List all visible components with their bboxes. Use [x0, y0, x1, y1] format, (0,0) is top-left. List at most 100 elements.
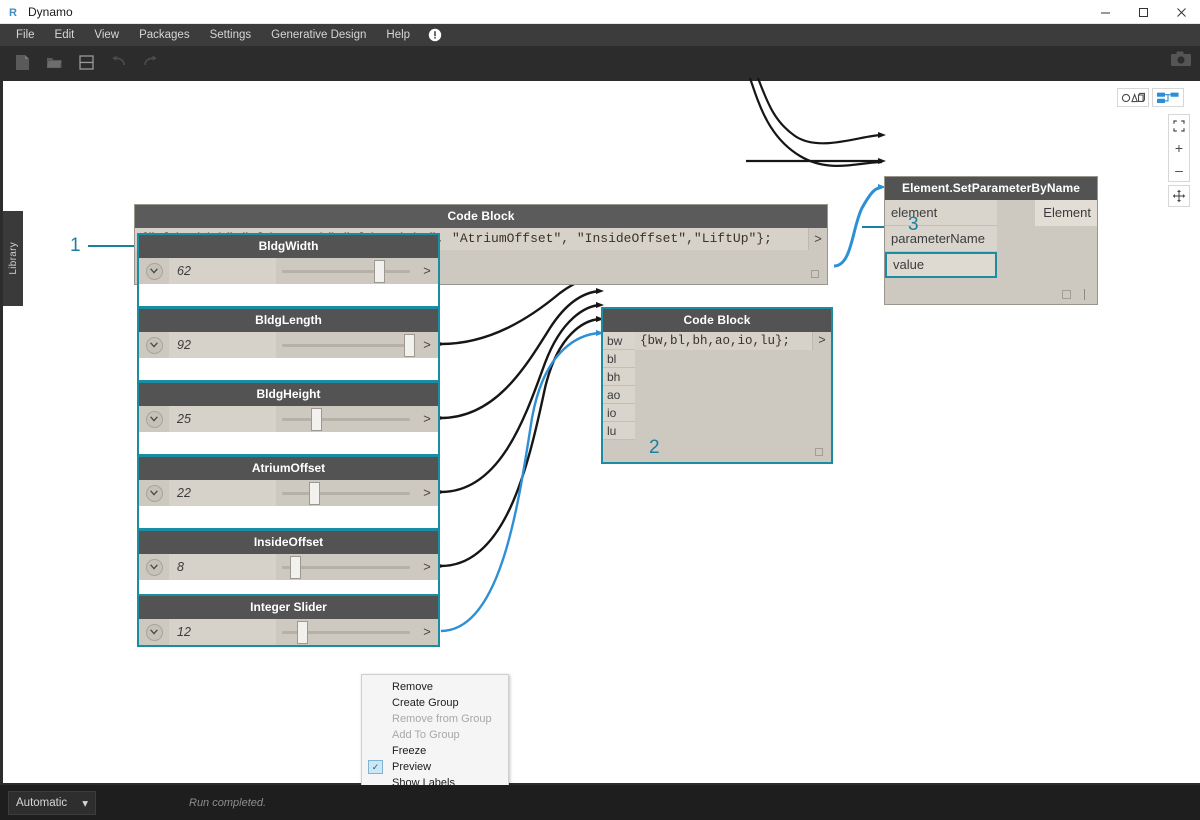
- code-block-mid-resize-handle[interactable]: [815, 448, 823, 456]
- setparam-gap-3: [997, 252, 1097, 278]
- port-bw[interactable]: bw: [603, 332, 635, 350]
- setparam-resize-handle[interactable]: [1062, 290, 1071, 299]
- save-icon[interactable]: [72, 49, 100, 75]
- setparam-input-element[interactable]: element: [885, 200, 997, 226]
- slider-thumb-bldglength[interactable]: [404, 334, 415, 357]
- slider-expand-button-bldgheight[interactable]: [139, 406, 169, 432]
- menu-item-edit[interactable]: Edit: [45, 26, 85, 44]
- slider-track-bldgwidth[interactable]: [276, 258, 416, 284]
- context-menu-item-create-group[interactable]: Create Group: [362, 695, 508, 711]
- slider-track-insideoffset[interactable]: [276, 554, 416, 580]
- status-bar: Automatic ▾ Run completed.: [0, 785, 1200, 820]
- setparam-output-element[interactable]: Element: [1035, 200, 1097, 226]
- slider-expand-button-insideoffset[interactable]: [139, 554, 169, 580]
- slider-title-bldglength: BldgLength: [139, 309, 438, 332]
- code-block-mid-code[interactable]: {bw,bl,bh,ao,io,lu};: [635, 332, 813, 350]
- setparam-input-parametername[interactable]: parameterName: [885, 226, 997, 252]
- new-file-icon[interactable]: [8, 49, 36, 75]
- zoom-out-button[interactable]: –: [1169, 159, 1189, 181]
- node-slider-bldglength[interactable]: BldgLength 92 >: [137, 307, 440, 382]
- slider-thumb-atriumoffset[interactable]: [309, 482, 320, 505]
- slider-output-port-bldgwidth[interactable]: >: [416, 258, 438, 284]
- setparam-input-value[interactable]: value: [885, 252, 997, 278]
- code-block-mid-code-row[interactable]: {bw,bl,bh,ao,io,lu}; >: [635, 332, 831, 350]
- pan-icon[interactable]: [1168, 185, 1190, 207]
- slider-thumb-insideoffset[interactable]: [290, 556, 301, 579]
- menu-item-generative-design[interactable]: Generative Design: [261, 26, 376, 44]
- node-slider-integer-slider[interactable]: Integer Slider 12 >: [137, 594, 440, 647]
- slider-thumb-bldgheight[interactable]: [311, 408, 322, 431]
- slider-value-integer-slider[interactable]: 12: [169, 619, 276, 645]
- slider-value-bldglength[interactable]: 92: [169, 332, 276, 358]
- slider-value-insideoffset[interactable]: 8: [169, 554, 276, 580]
- slider-track-integer-slider[interactable]: [276, 619, 416, 645]
- setparam-footer: [885, 278, 1097, 304]
- port-ao[interactable]: ao: [603, 386, 635, 404]
- node-slider-bldgheight[interactable]: BldgHeight 25 >: [137, 381, 440, 456]
- slider-title-integer-slider: Integer Slider: [139, 596, 438, 619]
- zoom-in-button[interactable]: +: [1169, 137, 1189, 159]
- slider-track-bldgheight[interactable]: [276, 406, 416, 432]
- camera-icon[interactable]: [1170, 50, 1192, 72]
- run-mode-label: Automatic: [16, 797, 67, 809]
- slider-value-atriumoffset[interactable]: 22: [169, 480, 276, 506]
- annotation-3: 3: [908, 214, 919, 236]
- alert-circle-icon[interactable]: [426, 26, 444, 44]
- run-mode-dropdown[interactable]: Automatic ▾: [8, 791, 96, 815]
- code-block-mid-output-port[interactable]: >: [813, 332, 831, 350]
- canvas-top-strip: [0, 78, 1200, 81]
- context-menu-item-remove-from-group: Remove from Group: [362, 711, 508, 727]
- setparam-gap-2: [997, 226, 1097, 252]
- slider-output-port-atriumoffset[interactable]: >: [416, 480, 438, 506]
- node-context-menu[interactable]: Remove Create Group Remove from Group Ad…: [361, 674, 509, 785]
- close-button[interactable]: [1162, 0, 1200, 24]
- slider-expand-button-atriumoffset[interactable]: [139, 480, 169, 506]
- slider-track-bldglength[interactable]: [276, 332, 416, 358]
- menu-item-file[interactable]: File: [6, 26, 45, 44]
- context-menu-item-freeze[interactable]: Freeze: [362, 743, 508, 759]
- minimize-button[interactable]: [1086, 0, 1124, 24]
- slider-value-bldgwidth[interactable]: 62: [169, 258, 276, 284]
- port-io[interactable]: io: [603, 404, 635, 422]
- library-panel-tab[interactable]: Library: [3, 211, 23, 306]
- context-menu-item-show-labels[interactable]: Show Labels: [362, 775, 508, 785]
- port-bl[interactable]: bl: [603, 350, 635, 368]
- library-tab-label: Library: [8, 242, 19, 275]
- port-bh[interactable]: bh: [603, 368, 635, 386]
- slider-expand-button-bldglength[interactable]: [139, 332, 169, 358]
- context-menu-item-preview[interactable]: ✓ Preview: [362, 759, 508, 775]
- redo-icon[interactable]: [136, 49, 164, 75]
- code-block-top-output-port[interactable]: >: [809, 228, 827, 250]
- menu-item-settings[interactable]: Settings: [200, 26, 262, 44]
- graph-view-icon[interactable]: [1152, 88, 1184, 107]
- slider-track-atriumoffset[interactable]: [276, 480, 416, 506]
- node-slider-atriumoffset[interactable]: AtriumOffset 22 >: [137, 455, 440, 530]
- graph-canvas[interactable]: Library: [0, 78, 1200, 785]
- slider-output-port-bldglength[interactable]: >: [416, 332, 438, 358]
- context-menu-item-remove[interactable]: Remove: [362, 679, 508, 695]
- port-lu[interactable]: lu: [603, 422, 635, 440]
- slider-output-port-integer-slider[interactable]: >: [416, 619, 438, 645]
- slider-expand-button-bldgwidth[interactable]: [139, 258, 169, 284]
- open-folder-icon[interactable]: [40, 49, 68, 75]
- node-slider-insideoffset[interactable]: InsideOffset 8 >: [137, 529, 440, 604]
- slider-expand-button-integer-slider[interactable]: [139, 619, 169, 645]
- menu-item-help[interactable]: Help: [376, 26, 420, 44]
- slider-output-port-bldgheight[interactable]: >: [416, 406, 438, 432]
- zoom-controls: + –: [1168, 114, 1190, 182]
- fit-to-screen-icon[interactable]: [1169, 115, 1189, 137]
- slider-thumb-integer-slider[interactable]: [297, 621, 308, 644]
- slider-thumb-bldgwidth[interactable]: [374, 260, 385, 283]
- node-element-setparameterbyname[interactable]: Element.SetParameterByName element Eleme…: [884, 176, 1098, 305]
- menu-item-packages[interactable]: Packages: [129, 26, 200, 44]
- slider-output-port-insideoffset[interactable]: >: [416, 554, 438, 580]
- slider-value-bldgheight[interactable]: 25: [169, 406, 276, 432]
- node-code-block-mid[interactable]: Code Block bw bl bh ao io lu {bw,bl,bh,a…: [601, 307, 833, 464]
- code-block-top-resize-handle[interactable]: [811, 270, 819, 278]
- geometry-view-icon[interactable]: [1117, 88, 1149, 107]
- node-slider-bldgwidth[interactable]: BldgWidth 62 >: [137, 233, 440, 308]
- app-logo-icon: R: [4, 1, 26, 23]
- undo-icon[interactable]: [104, 49, 132, 75]
- maximize-button[interactable]: [1124, 0, 1162, 24]
- menu-item-view[interactable]: View: [84, 26, 129, 44]
